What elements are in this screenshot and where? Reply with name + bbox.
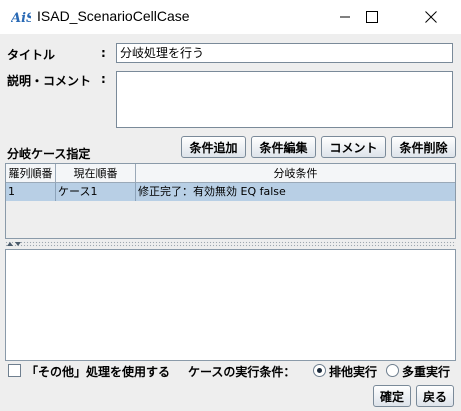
close-icon [425,11,437,23]
back-button[interactable]: 戻る [416,385,454,407]
detail-panel[interactable] [5,249,456,361]
comment-button[interactable]: コメント [321,136,386,158]
column-header-order[interactable]: 羅列順番 [6,164,56,183]
app-logo-icon: AiS [11,11,31,25]
case-section-label: 分岐ケース指定 [7,147,91,161]
delete-condition-button[interactable]: 条件削除 [391,136,456,158]
comment-label: 説明・コメント [7,74,92,88]
dialog-content: タイトル : 分岐処理を行う 説明・コメント : 分岐ケース指定 条件追加 条件… [0,34,461,411]
split-pane-divider[interactable] [5,241,456,247]
window-title: ISAD_ScenarioCellCase [37,8,190,24]
table-header: 羅列順番 現在順番 分岐条件 [6,164,455,183]
column-header-current[interactable]: 現在順番 [56,164,136,183]
multiple-radio-label: 多重実行 [402,365,451,379]
case-table[interactable]: 羅列順番 現在順番 分岐条件 1 ケース1 修正完了：有効無効 EQ false [5,163,456,239]
split-arrows-icon[interactable] [6,240,22,248]
radio-selected-dot [317,368,322,373]
title-label: タイトル [7,48,56,62]
edit-condition-button[interactable]: 条件編集 [251,136,316,158]
use-other-label: 「その他」処理を使用する [26,365,171,379]
exclusive-radio[interactable] [313,364,326,377]
use-other-checkbox[interactable] [8,364,21,377]
maximize-icon [366,11,378,23]
exec-condition-label: ケースの実行条件： [188,365,296,379]
title-input[interactable]: 分岐処理を行う [116,43,453,63]
column-header-condition[interactable]: 分岐条件 [136,164,455,183]
confirm-button[interactable]: 確定 [373,385,411,407]
maximize-button[interactable] [349,0,395,34]
comment-colon: : [101,72,106,86]
cell-condition: 修正完了：有効無効 EQ false [138,185,286,198]
comment-textarea[interactable] [116,71,453,128]
multiple-radio[interactable] [386,364,399,377]
title-colon: : [101,46,106,60]
table-row[interactable]: 1 ケース1 修正完了：有効無効 EQ false [6,183,455,201]
svg-text:AiS: AiS [11,11,31,25]
cell-order: 1 [6,183,56,201]
add-condition-button[interactable]: 条件追加 [181,136,246,158]
close-button[interactable] [408,0,454,34]
title-bar: AiS ISAD_ScenarioCellCase [0,0,461,34]
cell-current: ケース1 [56,183,136,201]
exclusive-radio-label: 排他実行 [329,365,378,379]
